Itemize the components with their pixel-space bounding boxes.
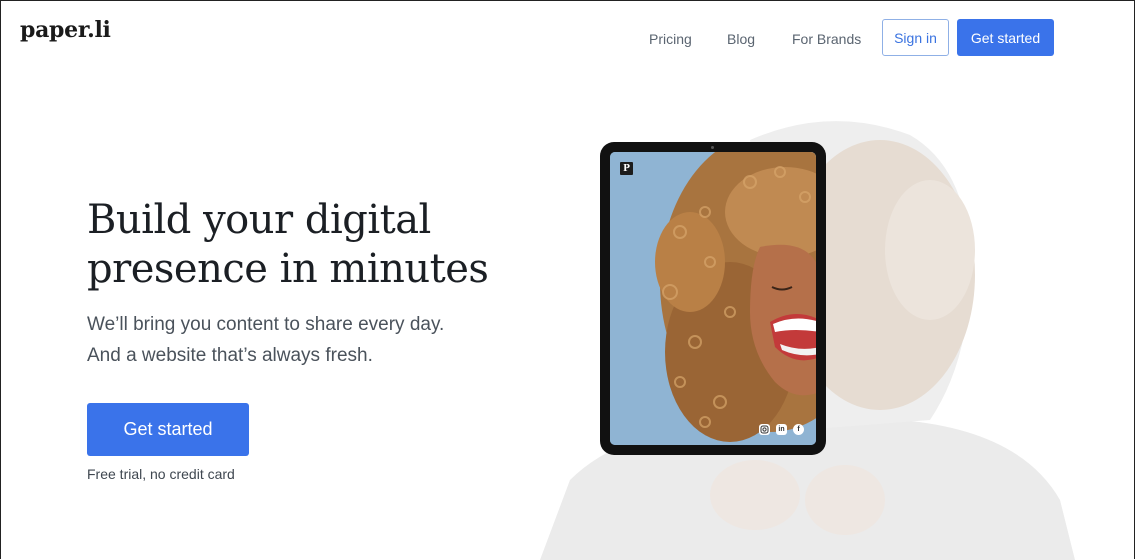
linkedin-icon[interactable]: in: [776, 424, 787, 435]
hero-title-line-2: presence in minutes: [87, 246, 489, 292]
hero-get-started-button[interactable]: Get started: [87, 403, 249, 456]
nav-for-brands-link[interactable]: For Brands: [792, 31, 861, 47]
hero-title-line-1: Build your digital: [87, 197, 431, 243]
free-trial-note: Free trial, no credit card: [87, 466, 235, 482]
tablet-screen: P in f: [610, 152, 816, 445]
hero-subtitle-line-1: We’ll bring you content to share every d…: [87, 314, 445, 335]
facebook-icon[interactable]: f: [793, 424, 804, 435]
hero-subtitle: We’ll bring you content to share every d…: [87, 309, 547, 371]
instagram-icon[interactable]: [759, 424, 770, 435]
social-icons: in f: [759, 424, 804, 435]
tablet-device: P in f: [600, 142, 826, 455]
nav-pricing-link[interactable]: Pricing: [649, 31, 692, 47]
paperli-badge: P: [620, 162, 633, 175]
hero-title: Build your digital presence in minutes: [87, 196, 547, 294]
hero-subtitle-line-2: And a website that’s always fresh.: [87, 345, 373, 366]
header-get-started-button[interactable]: Get started: [957, 19, 1054, 56]
logo[interactable]: paper.li: [20, 17, 111, 43]
sign-in-button[interactable]: Sign in: [882, 19, 949, 56]
woman-laughing-photo: [610, 152, 816, 445]
nav-blog-link[interactable]: Blog: [727, 31, 755, 47]
tablet-camera: [711, 146, 714, 149]
